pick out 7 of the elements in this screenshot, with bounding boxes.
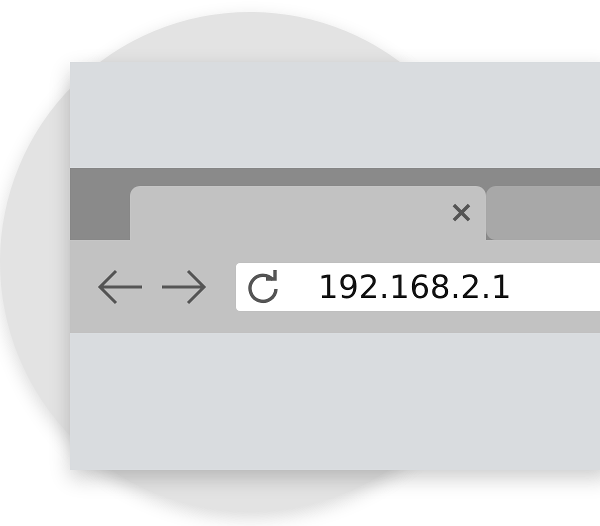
browser-tab[interactable]: ×	[130, 186, 486, 240]
forward-icon[interactable]	[160, 268, 208, 304]
url-text: 192.168.2.1	[318, 268, 512, 306]
reload-icon[interactable]	[246, 270, 280, 304]
address-field[interactable]: 192.168.2.1	[236, 262, 600, 310]
back-icon[interactable]	[96, 268, 144, 304]
close-tab-button[interactable]: ×	[448, 198, 474, 228]
